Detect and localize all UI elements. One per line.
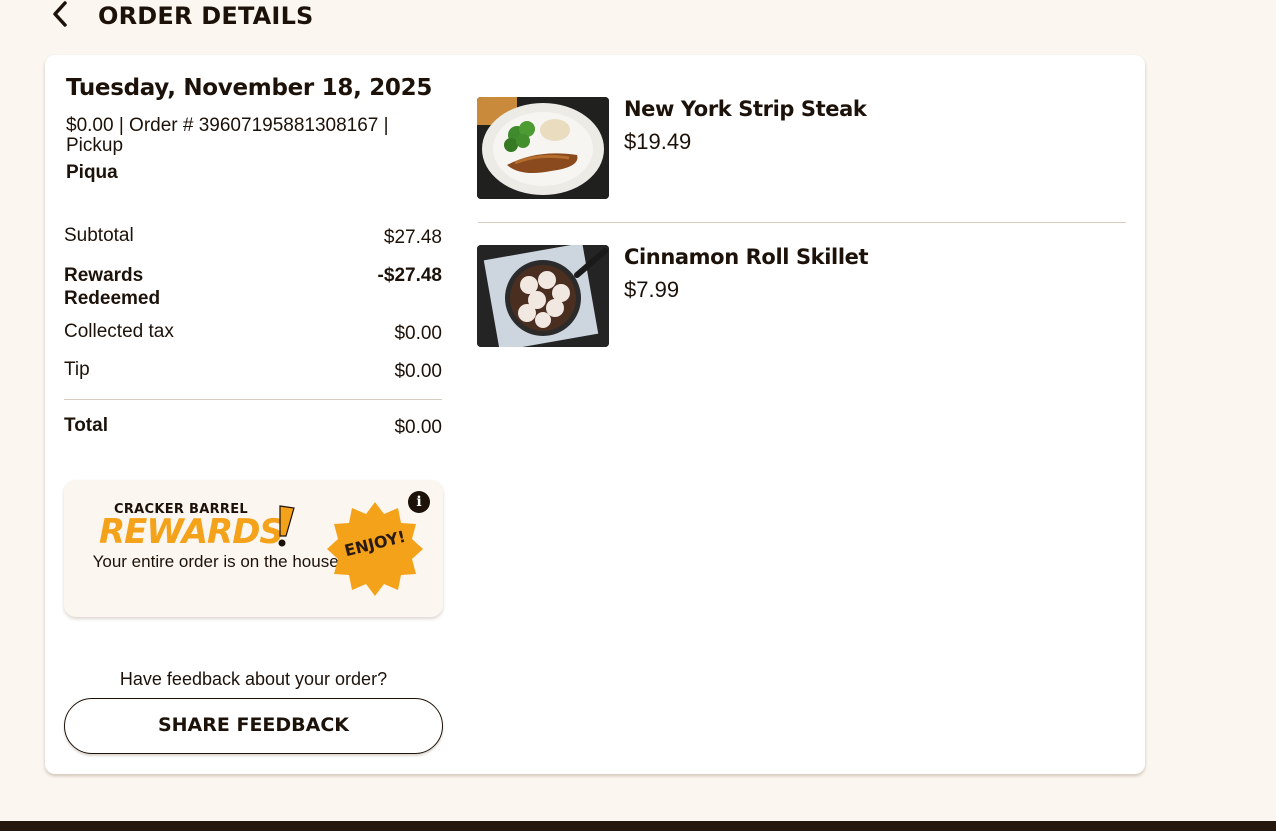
- subtotal-label: Subtotal: [64, 225, 134, 246]
- tip-value: $0.00: [394, 361, 442, 382]
- order-item: Cinnamon Roll Skillet $7.99: [477, 245, 1127, 349]
- order-date: Tuesday, November 18, 2025: [66, 75, 433, 101]
- rewards-brand-big: REWARDS: [99, 512, 284, 552]
- total-row: Total $0.00: [64, 415, 442, 439]
- rewards-redeemed-label: Rewards Redeemed: [64, 265, 161, 309]
- tip-row: Tip $0.00: [64, 359, 442, 383]
- cinnamon-roll-skillet-image: [477, 245, 609, 347]
- order-location: Piqua: [66, 162, 118, 183]
- tax-label: Collected tax: [64, 321, 174, 342]
- items-divider: [478, 222, 1126, 223]
- rewards-exclamation-icon: [278, 505, 295, 547]
- subtotal-row: Subtotal $27.48: [64, 225, 442, 249]
- total-label: Total: [64, 415, 108, 436]
- item-name: Cinnamon Roll Skillet: [624, 245, 869, 269]
- chevron-left-icon: [53, 1, 67, 27]
- subtotal-value: $27.48: [383, 227, 442, 248]
- item-price: $7.99: [624, 277, 680, 302]
- order-meta: $0.00 | Order # 39607195881308167 | Pick…: [66, 115, 389, 156]
- footer-bar: [0, 821, 1276, 831]
- order-details-card: Tuesday, November 18, 2025 $0.00 | Order…: [45, 55, 1145, 774]
- tax-row: Collected tax $0.00: [64, 321, 442, 345]
- rewards-message: Your entire order is on the house!: [92, 552, 344, 571]
- feedback-question: Have feedback about your order?: [119, 669, 388, 689]
- item-price: $19.49: [624, 129, 692, 154]
- order-item: New York Strip Steak $19.49: [477, 97, 1127, 201]
- rewards-redeemed-value: -$27.48: [377, 265, 442, 286]
- total-value: $0.00: [394, 417, 442, 438]
- summary-divider: [64, 399, 442, 400]
- rewards-redeemed-row: Rewards Redeemed -$27.48: [64, 264, 442, 310]
- item-name: New York Strip Steak: [624, 97, 867, 121]
- tax-value: $0.00: [394, 323, 442, 344]
- rewards-banner: CRACKER BARREL REWARDS Your entire order…: [64, 480, 443, 617]
- info-icon[interactable]: i: [408, 491, 430, 513]
- tip-label: Tip: [64, 359, 90, 380]
- share-feedback-button[interactable]: SHARE FEEDBACK: [64, 698, 443, 754]
- page-title: ORDER DETAILS: [98, 2, 314, 30]
- back-button[interactable]: [46, 0, 76, 30]
- steak-plate-image: [477, 97, 609, 199]
- page-header: ORDER DETAILS: [0, 0, 1276, 40]
